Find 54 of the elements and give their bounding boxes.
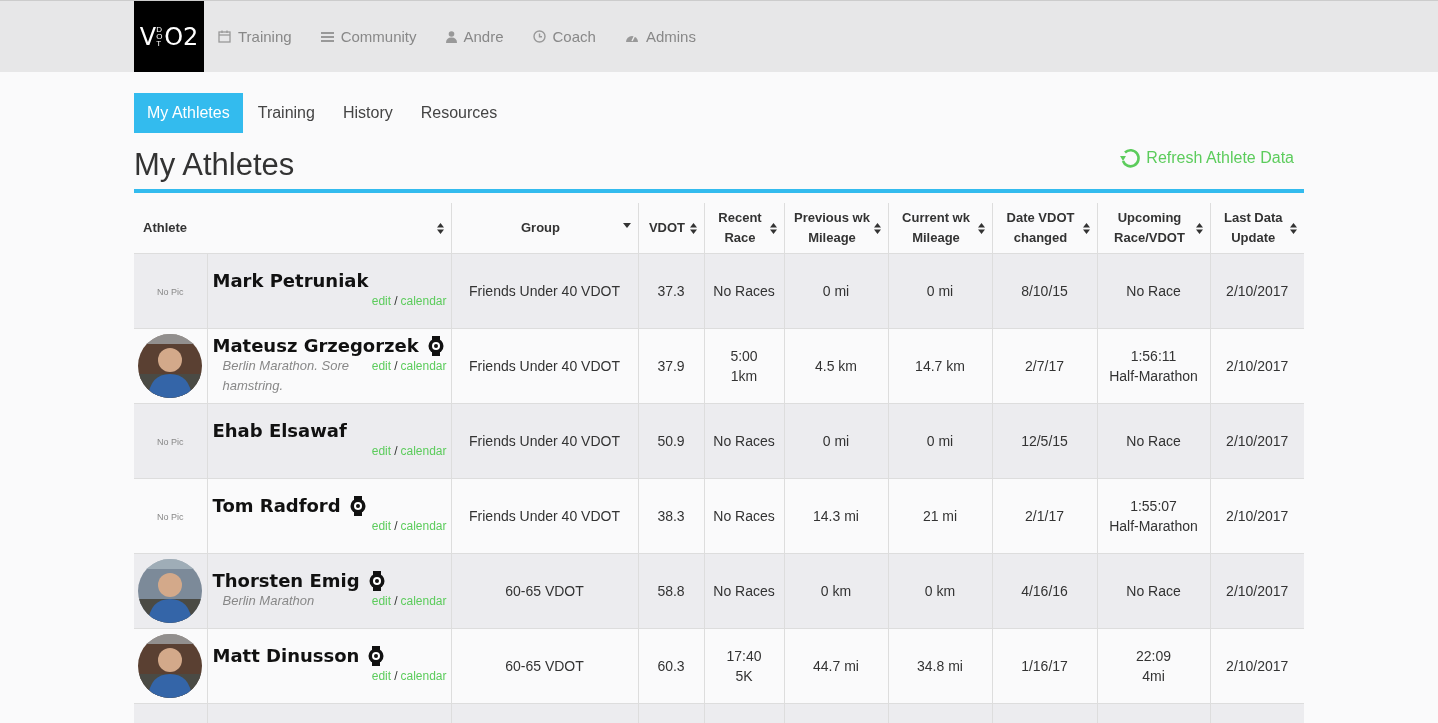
athlete-name[interactable]: Matt Dinusson <box>212 646 360 666</box>
logo-letters: O2 <box>164 22 199 51</box>
table-cell: No Race <box>1097 253 1210 329</box>
separator: / <box>394 669 398 683</box>
logo-small-text: DOT <box>156 25 164 48</box>
table-cell: No Races <box>704 403 784 479</box>
separator: / <box>394 294 398 308</box>
separator: / <box>394 359 398 373</box>
user-icon <box>445 30 457 43</box>
table-cell: 0 mi <box>784 253 888 329</box>
no-picture-text: No Pic <box>157 437 184 447</box>
athlete-name[interactable]: Mark Petruniak <box>212 271 369 291</box>
table-cell: 0 mi <box>784 403 888 479</box>
table-cell: 12/5/15 <box>992 403 1097 479</box>
separator: / <box>394 519 398 533</box>
tab[interactable]: History <box>329 93 406 133</box>
athlete-name[interactable]: Thorsten Emig <box>212 571 360 591</box>
table-cell: 50.9 <box>638 403 704 479</box>
refresh-icon <box>1119 147 1142 169</box>
athlete-name[interactable]: Tom Radford <box>212 496 341 516</box>
tab[interactable]: Training <box>244 93 328 133</box>
clock-icon <box>532 30 546 43</box>
menu-icon <box>320 30 334 43</box>
athlete-name[interactable]: Mateusz Grzegorzek <box>212 336 419 356</box>
logo-letter: V <box>139 22 157 51</box>
table-cell: No Race <box>1097 403 1210 479</box>
athlete-note: Berlin Marathon <box>221 592 316 610</box>
table-cell: 8/10/15 <box>992 253 1097 329</box>
table-cell: No Races <box>704 253 784 329</box>
no-picture-text: No Pic <box>157 512 184 522</box>
table-cell: 0 mi <box>888 253 992 329</box>
table-cell: No Races <box>704 553 784 629</box>
athlete-name[interactable]: Ehab Elsawaf <box>212 421 347 441</box>
table-cell: 0 mi <box>888 403 992 479</box>
table-cell: 58.8 <box>638 553 704 629</box>
table-cell: 0 km <box>888 553 992 629</box>
no-picture-text: No Pic <box>157 287 184 297</box>
table-cell: Friends Under 40 VDOT <box>451 253 638 329</box>
table-cell: 0 km <box>784 553 888 629</box>
table-cell: 2/10/2017 <box>1210 553 1304 629</box>
table-cell: 37.3 <box>638 253 704 329</box>
athlete-note: Berlin Marathon. Sore hamstring. <box>221 357 350 395</box>
table-cell: 2/10/2017 <box>1210 403 1304 479</box>
calendar-icon <box>218 30 231 43</box>
page-title: My Athletes <box>134 147 295 183</box>
separator: / <box>394 594 398 608</box>
table-cell: 60-65 VDOT <box>451 553 638 629</box>
column-header[interactable]: Athlete <box>134 203 451 254</box>
table-cell: No Race <box>1097 553 1210 629</box>
table-cell: 2/10/2017 <box>1210 253 1304 329</box>
table-cell: Friends Under 40 VDOT <box>451 403 638 479</box>
table-cell: 4/16/16 <box>992 553 1097 629</box>
tab[interactable]: Resources <box>407 93 511 133</box>
separator: / <box>394 444 398 458</box>
